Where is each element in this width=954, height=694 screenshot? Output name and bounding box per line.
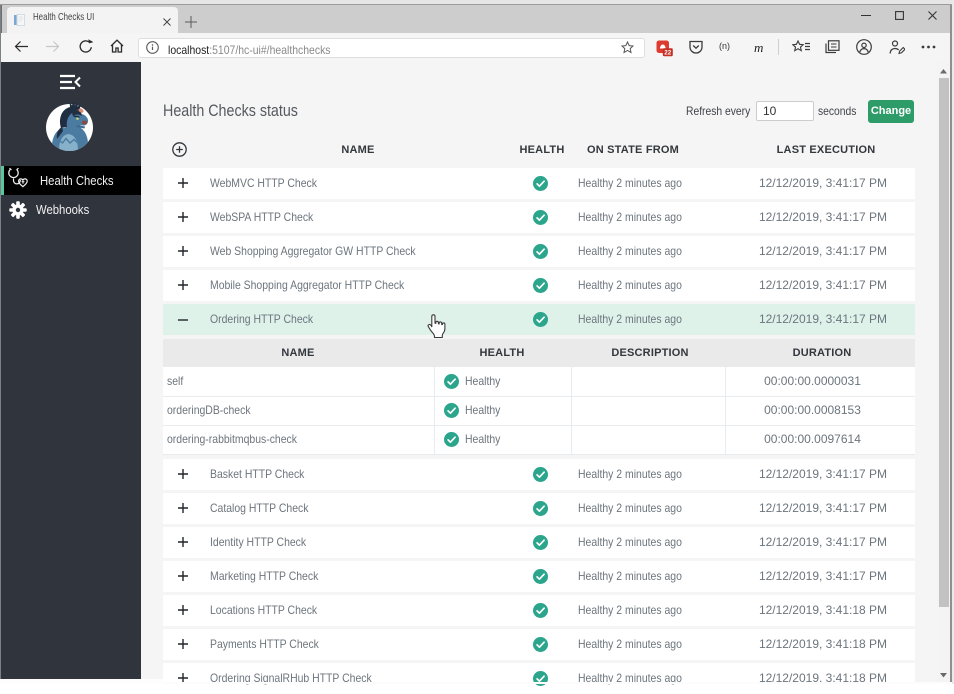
svg-text:22: 22 bbox=[664, 50, 672, 57]
